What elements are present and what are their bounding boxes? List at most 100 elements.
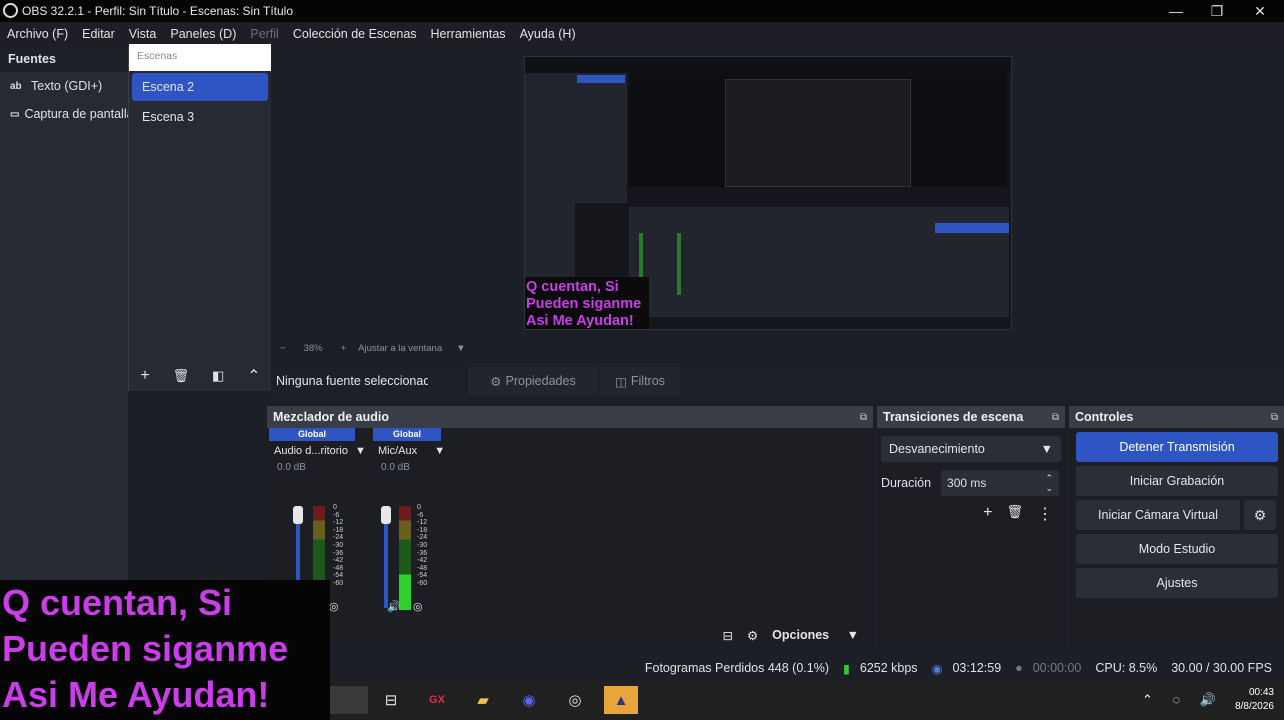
filters-button[interactable]: ◫ Filtros [600, 367, 680, 395]
restore-button[interactable]: ❐ [1197, 0, 1237, 22]
menu-paneles[interactable]: Paneles (D) [163, 27, 243, 41]
cpu-usage: CPU: 8.5% [1095, 661, 1158, 675]
menu-coleccion-escenas[interactable]: Colección de Escenas [286, 27, 424, 41]
taskbar-clock[interactable]: 00:43 8/8/2026 [1235, 686, 1274, 714]
meter-scale: 0 -6 -12 -18 -24 -30 -36 -42 -48 -54 -60 [417, 504, 428, 587]
settings-button[interactable]: Ajustes [1076, 568, 1278, 598]
no-source-label: Ninguna fuente seleccionada [276, 374, 428, 388]
volume-fader-knob[interactable] [381, 506, 391, 524]
sources-title: Fuentes [0, 46, 128, 72]
move-scene-up-button[interactable]: ⌃ [247, 366, 260, 386]
obs-logo-icon [3, 3, 18, 18]
stepper-icon[interactable]: ⌃ ⌄ [1045, 473, 1053, 493]
game-launcher-icon[interactable]: ▲ [604, 686, 638, 714]
float-dock-icon[interactable]: ⧉ [1271, 412, 1278, 423]
obs-taskbar-icon[interactable]: ◎ [558, 686, 592, 714]
system-tray[interactable]: ⌃ ◌ 🔊 [1142, 692, 1224, 708]
scene-item-escena-2[interactable]: Escena 2 [132, 73, 268, 101]
overlay-line-1: Q cuentan, Si [2, 582, 233, 623]
remove-transition-button[interactable]: 🗑 [1006, 504, 1023, 524]
zoom-out-button[interactable]: − [280, 343, 286, 354]
duration-input[interactable]: 300 ms ⌃ ⌄ [941, 470, 1060, 496]
window-title: OBS 32.2.1 - Perfil: Sin Título - Escena… [22, 4, 294, 18]
scene-item-escena-3[interactable]: Escena 3 [132, 103, 268, 131]
stream-time: 03:12:59 [952, 661, 1002, 675]
meter-scale: 0 -6 -12 -18 -24 -30 -36 -42 -48 -54 -60 [333, 504, 344, 587]
discord-icon[interactable]: ◉ [512, 686, 546, 714]
taskbar-active-item[interactable] [330, 686, 368, 714]
menu-vista[interactable]: Vista [122, 27, 164, 41]
opera-gx-icon[interactable]: GX [420, 686, 454, 714]
scene-transitions-dock: Transiciones de escena ⧉ Desvanecimiento… [877, 406, 1065, 650]
preview-nested-mini [725, 79, 911, 187]
stream-overlay-text: Q cuentan, Si Pueden siganme Asi Me Ayud… [0, 580, 330, 720]
overlay-line-2: Pueden siganme [2, 628, 289, 669]
virtual-cam-row: Iniciar Cámara Virtual ⚙ [1069, 496, 1284, 530]
studio-mode-button[interactable]: Modo Estudio [1076, 534, 1278, 564]
dropped-frames: Fotogramas Perdidos 448 (0.1%) [644, 661, 829, 675]
volume-fader-knob[interactable] [293, 506, 303, 524]
start-recording-button[interactable]: Iniciar Grabación [1076, 466, 1278, 496]
chevron-down-icon: ▼ [355, 445, 366, 457]
audio-mixer-title: Mezclador de audio [273, 410, 389, 424]
preview-canvas: Q cuentan, Si Pueden siganme Asi Me Ayud… [524, 56, 1012, 330]
properties-button[interactable]: ⚙ Propiedades [468, 367, 598, 395]
transition-type-value: Desvanecimiento [889, 442, 985, 456]
stop-streaming-button[interactable]: Detener Transmisión [1076, 432, 1278, 462]
source-item-label: Texto (GDI+) [31, 79, 103, 93]
gear-icon[interactable]: ⚙ [747, 628, 758, 643]
mixer-channel-mic: Global Mic/Aux ▼ 0.0 dB 0 -6 -12 -18 -24 -30-… [373, 428, 445, 618]
close-button[interactable]: ✕ [1240, 0, 1280, 22]
zoom-bar: − 38% + Ajustar a la ventana ▼ [272, 340, 1284, 356]
duration-value: 300 ms [947, 476, 987, 490]
clock-date: 8/8/2026 [1235, 701, 1274, 712]
fit-to-window-label[interactable]: Ajustar a la ventana [358, 343, 442, 354]
transition-type-select[interactable]: Desvanecimiento ▼ [881, 436, 1061, 462]
minimize-button[interactable]: — [1156, 0, 1196, 22]
start-virtual-camera-button[interactable]: Iniciar Cámara Virtual [1076, 500, 1240, 530]
channel-global-badge: Global [269, 428, 355, 441]
signal-icon: ▮ [842, 661, 850, 676]
source-item-text[interactable]: ab Texto (GDI+) [0, 72, 128, 100]
folder-icon[interactable]: ▰ [466, 686, 500, 714]
audio-mixer-header: Mezclador de audio ⧉ [267, 406, 873, 428]
float-dock-icon[interactable]: ⧉ [860, 412, 867, 423]
headphones-icon[interactable]: ◎ [413, 600, 423, 613]
scene-filter-button[interactable]: ◧ [212, 368, 224, 384]
add-transition-button[interactable]: + [983, 504, 992, 524]
gear-icon[interactable]: ⚙ [1244, 500, 1276, 530]
transitions-title: Transiciones de escena [883, 410, 1024, 424]
menu-herramientas[interactable]: Herramientas [424, 27, 513, 41]
add-scene-button[interactable]: + [140, 367, 149, 385]
controls-dock: Controles ⧉ Detener Transmisión Iniciar … [1069, 406, 1284, 650]
channel-volume-db: 0.0 dB [277, 462, 306, 473]
channel-global-badge: Global [373, 428, 441, 441]
record-icon: ● [1015, 661, 1023, 675]
menu-ayuda[interactable]: Ayuda (H) [513, 27, 583, 41]
chevron-down-icon[interactable]: ▼ [456, 343, 465, 354]
more-options-icon[interactable]: ⋮ [1037, 504, 1053, 524]
scene-search-input[interactable]: Escenas [129, 44, 271, 71]
transitions-toolbar: + 🗑 ⋮ [877, 504, 1065, 524]
float-dock-icon[interactable]: ⧉ [1052, 412, 1059, 423]
layout-icon[interactable]: ⊟ [722, 628, 732, 643]
mixer-options-button[interactable]: Opciones ▼ [772, 628, 859, 642]
source-item-display-capture[interactable]: ▭ Captura de pantalla [0, 100, 128, 128]
properties-bar: Ninguna fuente seleccionada ⚙ Propiedade… [272, 366, 1284, 396]
speaker-icon[interactable]: 🔊 [387, 600, 401, 613]
preview-overlay-text: Q cuentan, Si Pueden siganme Asi Me Ayud… [525, 277, 649, 329]
channel-name[interactable]: Mic/Aux ▼ [373, 445, 445, 457]
zoom-in-button[interactable]: + [341, 343, 347, 354]
menu-perfil[interactable]: Perfil [243, 27, 285, 41]
menu-editar[interactable]: Editar [75, 27, 122, 41]
channel-volume-db: 0.0 dB [381, 462, 410, 473]
task-view-icon[interactable]: ⊟ [374, 686, 408, 714]
channel-name[interactable]: Audio d...ritorio ▼ [269, 445, 366, 457]
chevron-down-icon: ▼ [1040, 442, 1053, 456]
headphones-icon[interactable]: ◎ [329, 600, 339, 613]
gear-icon: ⚙ [490, 374, 502, 389]
stream-icon: ◉ [931, 661, 943, 676]
scenes-toolbar: + 🗑 ◧ ⌃ [129, 361, 272, 391]
remove-scene-button[interactable]: 🗑 [173, 368, 190, 384]
menu-archivo[interactable]: Archivo (F) [0, 27, 75, 41]
